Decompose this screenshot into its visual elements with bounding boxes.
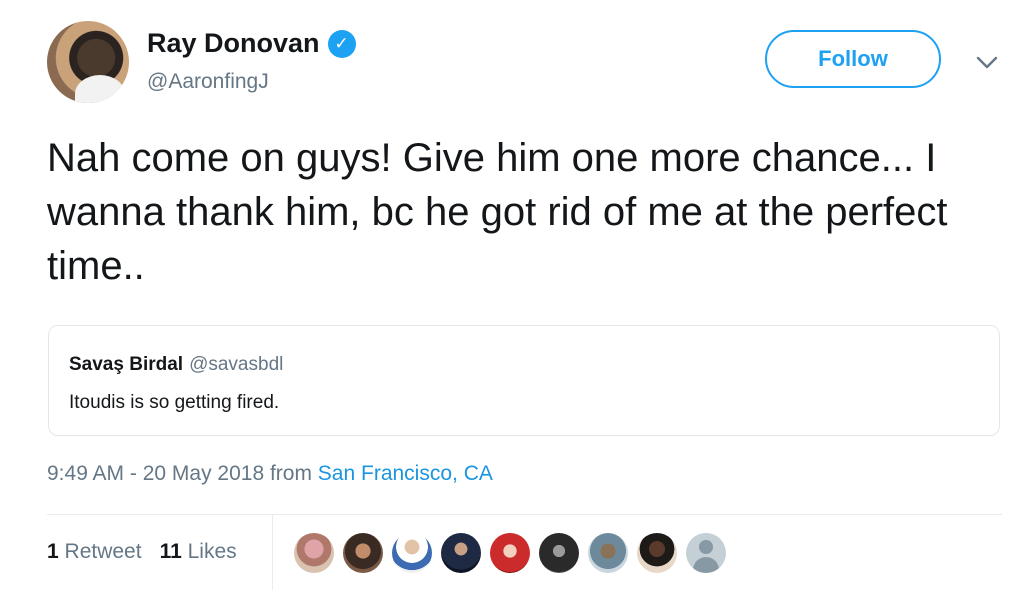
tweet-text: Nah come on guys! Give him one more chan… <box>47 136 948 288</box>
tweet-location-link[interactable]: San Francisco, CA <box>318 462 493 485</box>
author-avatar[interactable] <box>47 21 129 103</box>
tweet-stats: 1 Retweet 11 Likes <box>47 540 237 564</box>
tweet-metadata: 9:49 AM - 20 May 2018 from San Francisco… <box>47 462 493 486</box>
retweets-count: 1 <box>47 540 59 563</box>
follow-button[interactable]: Follow <box>765 30 941 88</box>
likes-label: Likes <box>187 540 237 563</box>
likes-stat[interactable]: 11 Likes <box>160 540 237 564</box>
verified-badge-icon: ✓ <box>327 29 356 58</box>
author-display-name[interactable]: Ray Donovan <box>147 28 320 59</box>
liker-avatar[interactable] <box>343 533 383 573</box>
liker-avatar[interactable] <box>637 533 677 573</box>
liker-avatar[interactable] <box>490 533 530 573</box>
default-avatar-head <box>699 540 713 554</box>
quoted-tweet-text: Itoudis is so getting fired. <box>69 392 280 413</box>
likes-count: 11 <box>159 540 182 563</box>
liker-avatar[interactable] <box>294 533 334 573</box>
liker-avatar[interactable] <box>392 533 432 573</box>
default-avatar-icon[interactable] <box>686 533 726 573</box>
author-name-row: Ray Donovan ✓ <box>147 28 356 59</box>
quoted-tweet-card[interactable]: Savaş Birdal @savasbdl Itoudis is so gett… <box>48 325 1000 436</box>
stats-vertical-divider <box>272 514 273 590</box>
author-handle[interactable]: @AaronfingJ <box>147 70 269 94</box>
retweets-label: Retweet <box>64 540 142 563</box>
liker-avatars <box>294 533 726 573</box>
quoted-author-handle: @savasbdl <box>189 354 284 375</box>
default-avatar-body <box>693 557 719 573</box>
retweets-stat[interactable]: 1 Retweet <box>47 540 142 564</box>
stats-divider <box>47 514 1002 515</box>
chevron-down-icon[interactable] <box>972 48 1002 78</box>
liker-avatar[interactable] <box>588 533 628 573</box>
liker-avatar[interactable] <box>441 533 481 573</box>
liker-avatar[interactable] <box>539 533 579 573</box>
quoted-author-name: Savaş Birdal <box>69 354 184 375</box>
quoted-tweet-header: Savaş Birdal @savasbdl <box>69 354 283 376</box>
tweet-timestamp: 9:49 AM - 20 May 2018 from <box>47 462 318 485</box>
